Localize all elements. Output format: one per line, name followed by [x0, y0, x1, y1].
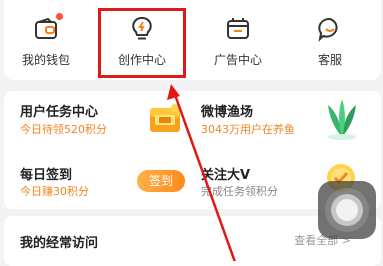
coin-chest-icon — [147, 101, 183, 141]
weibo-fishing-title: 微博渔场 — [201, 105, 254, 120]
plant-icon — [322, 97, 362, 145]
highlight-box — [98, 8, 186, 78]
calendar-icon — [225, 16, 251, 42]
nav-item-ad-center[interactable]: 广告中心 — [195, 10, 281, 68]
wallet-icon — [33, 13, 63, 42]
daily-signin-subtitle: 今日赚30积分 — [20, 185, 89, 198]
follow-v-title: 关注大V — [201, 168, 251, 183]
notification-badge — [56, 13, 63, 20]
signin-button[interactable]: 签到 — [137, 170, 185, 192]
chat-smile-icon — [317, 16, 343, 42]
follow-v-subtitle: 完成任务领积分 — [201, 185, 278, 198]
frequent-visits-title: 我的经常访问 — [20, 236, 99, 251]
nav-label-customer-service: 客服 — [317, 53, 342, 67]
nav-item-customer-service[interactable]: 客服 — [287, 10, 373, 68]
weibo-fishing-subtitle: 3043万用户在养鱼 — [201, 123, 295, 136]
assistive-ring-inner — [336, 199, 358, 221]
nav-label-wallet: 我的钱包 — [21, 53, 70, 67]
user-task-subtitle: 今日待领520积分 — [20, 123, 107, 136]
assistive-touch-button[interactable] — [318, 181, 376, 239]
nav-item-wallet[interactable]: 我的钱包 — [3, 10, 89, 68]
user-task-title: 用户任务中心 — [20, 105, 99, 120]
nav-label-ad-center: 广告中心 — [213, 53, 262, 67]
top-nav-card: 我的钱包 创作中心 广告中心 客服 — [4, 0, 381, 80]
daily-signin-title: 每日签到 — [20, 168, 73, 183]
